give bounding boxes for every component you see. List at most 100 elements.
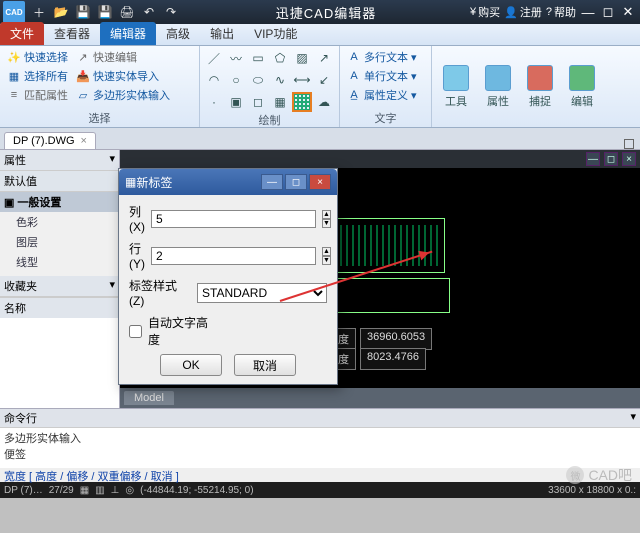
- stext-button[interactable]: A单行文本 ▾: [344, 67, 420, 85]
- close-button[interactable]: ✕: [620, 4, 636, 20]
- select-group-label: 选择: [4, 110, 195, 125]
- leader-icon[interactable]: ↙: [314, 70, 334, 90]
- region-icon[interactable]: ◻: [248, 92, 268, 112]
- poly-input-button[interactable]: ▱多边形实体输入: [73, 86, 173, 104]
- line-icon[interactable]: ／: [204, 48, 224, 68]
- point-icon[interactable]: ·: [204, 92, 224, 112]
- dialog-max-icon[interactable]: ◻: [285, 174, 307, 190]
- dim-icon[interactable]: ⟷: [292, 70, 312, 90]
- cols-up-icon[interactable]: ▲: [322, 210, 331, 219]
- doc-tab[interactable]: DP (7).DWG×: [4, 132, 96, 149]
- polar-icon[interactable]: ◎: [125, 485, 134, 496]
- match-prop-button[interactable]: ≡匹配属性: [4, 86, 71, 104]
- panel-menu-icon[interactable]: ▾: [109, 152, 115, 168]
- arrow-icon: ↗: [76, 50, 90, 64]
- save-icon[interactable]: 💾: [74, 3, 92, 21]
- help-link[interactable]: ? 帮助: [546, 4, 576, 20]
- mtext-icon: A: [347, 50, 361, 64]
- tab-editor[interactable]: 编辑器: [100, 22, 156, 45]
- rows-down-icon[interactable]: ▼: [322, 256, 331, 265]
- command-history[interactable]: 多边形实体输入 便签: [0, 428, 640, 470]
- arc-icon[interactable]: ◠: [204, 70, 224, 90]
- fav-menu-icon[interactable]: ▾: [109, 278, 115, 294]
- undo-icon[interactable]: ↶: [140, 3, 158, 21]
- ribbon: ✨快速选择 ▦选择所有 ≡匹配属性 ↗快速编辑 📥快速实体导入 ▱多边形实体输入…: [0, 46, 640, 128]
- cols-input[interactable]: [151, 210, 316, 228]
- rect-icon[interactable]: ▭: [248, 48, 268, 68]
- draw-tools: ／ 〰 ▭ ⬠ ▨ ↗ ◠ ○ ⬭ ∿ ⟷ ↙ · ▣ ◻ ▦ ☁: [204, 48, 334, 112]
- cloud-icon[interactable]: ☁: [314, 92, 334, 112]
- model-tab-bar: Model: [120, 388, 640, 408]
- rows-up-icon[interactable]: ▲: [322, 247, 331, 256]
- attdef-label: 属性定义: [364, 87, 408, 103]
- props-button[interactable]: 属性: [478, 48, 518, 125]
- edit-button[interactable]: 编辑: [562, 48, 602, 125]
- saveas-icon[interactable]: 💾: [96, 3, 114, 21]
- app-title: 迅捷CAD编辑器: [182, 3, 470, 22]
- ortho-icon[interactable]: ⊥: [111, 485, 120, 496]
- status-file: DP (7)…: [4, 485, 43, 496]
- dialog-titlebar[interactable]: ▦ 新标签 — ◻ ×: [119, 169, 337, 195]
- snap-icon[interactable]: ▦: [80, 485, 89, 496]
- layer-item[interactable]: 图层: [0, 232, 119, 252]
- dialog-close-icon[interactable]: ×: [309, 174, 331, 190]
- polyline-icon[interactable]: 〰: [226, 48, 246, 68]
- command-panel: 命令行▾ 多边形实体输入 便签: [0, 408, 640, 468]
- open-icon[interactable]: 📂: [52, 3, 70, 21]
- model-tab[interactable]: Model: [124, 391, 174, 405]
- maximize-button[interactable]: ◻: [600, 4, 616, 20]
- new-icon[interactable]: ＋: [30, 3, 48, 21]
- canvas-close-icon[interactable]: ×: [622, 152, 636, 166]
- tab-vip[interactable]: VIP功能: [244, 22, 307, 45]
- canvas-max-icon[interactable]: ◻: [604, 152, 618, 166]
- grid-icon[interactable]: ▥: [95, 485, 104, 496]
- ok-button[interactable]: OK: [160, 354, 222, 376]
- select-all-button[interactable]: ▦选择所有: [4, 67, 71, 85]
- circle-icon[interactable]: ○: [226, 70, 246, 90]
- canvas-min-icon[interactable]: —: [586, 152, 600, 166]
- register-link[interactable]: 👤 注册: [504, 4, 542, 20]
- tab-viewer[interactable]: 查看器: [44, 22, 100, 45]
- tab-overflow-icon[interactable]: [624, 139, 634, 149]
- cols-down-icon[interactable]: ▼: [322, 219, 331, 228]
- print-icon[interactable]: 🖨: [118, 3, 136, 21]
- linetype-item[interactable]: 线型: [0, 252, 119, 272]
- doc-close-icon[interactable]: ×: [81, 135, 87, 147]
- tab-output[interactable]: 输出: [200, 22, 244, 45]
- cmd-menu-icon[interactable]: ▾: [630, 410, 636, 426]
- quick-select-button[interactable]: ✨快速选择: [4, 48, 71, 66]
- spline-icon[interactable]: ∿: [270, 70, 290, 90]
- mtext-button[interactable]: A多行文本 ▾: [344, 48, 420, 66]
- general-section[interactable]: ▣ 一般设置: [0, 192, 119, 212]
- ellipse-icon[interactable]: ⬭: [248, 70, 268, 90]
- rows-label: 行(Y): [129, 240, 145, 271]
- help-label: 帮助: [554, 4, 576, 20]
- rows-input[interactable]: [151, 247, 316, 265]
- tab-advanced[interactable]: 高级: [156, 22, 200, 45]
- app-logo: CAD: [3, 1, 25, 23]
- dialog-min-icon[interactable]: —: [261, 174, 283, 190]
- buy-link[interactable]: ¥ 购买: [470, 4, 500, 20]
- auto-height-checkbox[interactable]: [129, 325, 142, 338]
- color-item[interactable]: 色彩: [0, 212, 119, 232]
- block-icon[interactable]: ▣: [226, 92, 246, 112]
- hatch-icon[interactable]: ▨: [292, 48, 312, 68]
- tab-file[interactable]: 文件: [0, 22, 44, 45]
- polygon-icon[interactable]: ⬠: [270, 48, 290, 68]
- minimize-button[interactable]: —: [580, 4, 596, 20]
- cancel-button[interactable]: 取消: [234, 354, 296, 376]
- capture-button[interactable]: 捕捉: [520, 48, 560, 125]
- watermark-text: CAD吧: [588, 465, 632, 485]
- table-icon[interactable]: [292, 92, 312, 112]
- attdef-button[interactable]: A̲属性定义 ▾: [344, 86, 420, 104]
- ray-icon[interactable]: ↗: [314, 48, 334, 68]
- image-icon[interactable]: ▦: [270, 92, 290, 112]
- redo-icon[interactable]: ↷: [162, 3, 180, 21]
- command-options: 宽度 [ 高度 / 偏移 / 双重偏移 / 取消 ]: [0, 468, 640, 482]
- tools-button[interactable]: 工具: [436, 48, 476, 125]
- quick-ext-button[interactable]: 📥快速实体导入: [73, 67, 173, 85]
- status-bar: DP (7)… 27/29 ▦ ▥ ⊥ ◎ (-44844.19; -55214…: [0, 482, 640, 498]
- props-label: 属性: [487, 93, 509, 109]
- quick-edit-button[interactable]: ↗快速编辑: [73, 48, 173, 66]
- capture-icon: [527, 65, 553, 91]
